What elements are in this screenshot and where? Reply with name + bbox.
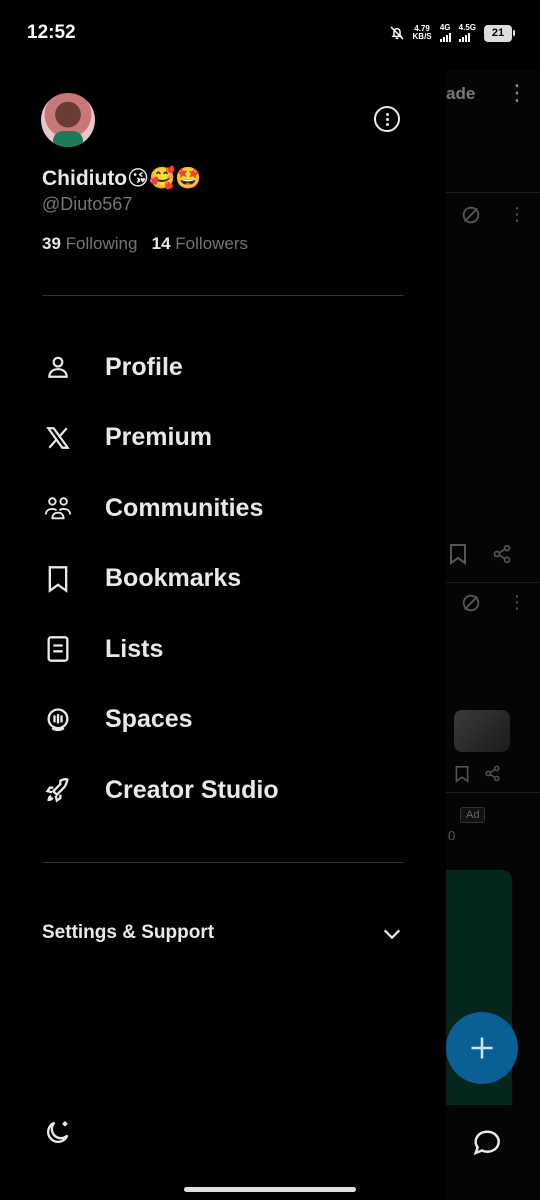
menu-item-label: Premium (105, 423, 212, 452)
background-count: 0 (448, 828, 456, 843)
share-icon (493, 544, 511, 564)
signal-bars-icon (458, 32, 476, 42)
chevron-down-icon[interactable] (381, 923, 403, 945)
menu-item-profile[interactable]: Profile (0, 332, 446, 403)
sim1-signal: 4G (439, 24, 451, 42)
share-icon (485, 765, 500, 782)
battery-icon: 21 (484, 24, 515, 42)
menu-item-label: Creator Studio (105, 775, 279, 804)
followers-link[interactable]: 14 Followers (152, 234, 248, 253)
menu-item-creator-studio[interactable]: Creator Studio (0, 755, 446, 826)
home-indicator[interactable] (184, 1187, 356, 1192)
profile-name[interactable]: Chidiuto😘🥰🤩 (42, 166, 201, 191)
status-icons: 4.79 KB/S 4G 4.5G 21 (389, 24, 515, 42)
media-thumbnail (454, 710, 510, 752)
x-logo-icon (44, 424, 72, 452)
spaces-icon (44, 706, 72, 734)
net-speed: 4.79 KB/S (412, 24, 432, 41)
communities-icon (44, 494, 72, 522)
menu-item-bookmarks[interactable]: Bookmarks (0, 544, 446, 615)
following-link[interactable]: 39 Following (42, 234, 137, 253)
moon-icon[interactable] (44, 1118, 72, 1146)
navigation-drawer: Chidiuto😘🥰🤩 @Diuto567 39 Following 14 Fo… (0, 70, 446, 1200)
ad-badge: Ad (460, 807, 486, 823)
settings-support-toggle[interactable]: Settings & Support (42, 922, 214, 944)
more-vertical-icon: ⋮ (508, 204, 526, 224)
plus-icon (471, 1037, 493, 1059)
grok-icon (462, 206, 480, 224)
menu-item-label: Spaces (105, 705, 193, 734)
grok-icon (462, 594, 480, 612)
compose-button[interactable] (446, 1012, 518, 1084)
person-icon (44, 353, 72, 381)
profile-handle: @Diuto567 (42, 194, 133, 214)
menu-item-spaces[interactable]: Spaces (0, 685, 446, 756)
avatar[interactable] (41, 93, 95, 147)
menu-item-label: Communities (105, 493, 264, 522)
divider (446, 192, 540, 193)
account-options-button[interactable] (374, 106, 400, 132)
bookmark-icon (44, 565, 72, 593)
menu-item-communities[interactable]: Communities (0, 473, 446, 544)
rocket-icon (44, 776, 72, 804)
more-vertical-icon: ⋮ (508, 592, 526, 612)
divider (446, 582, 540, 583)
divider (446, 792, 540, 793)
status-bar: 12:52 4.79 KB/S 4G 4.5G 21 (0, 0, 540, 70)
background-title: ade (446, 84, 476, 103)
follow-stats: 39 Following 14 Followers (42, 234, 248, 254)
menu-item-label: Bookmarks (105, 564, 242, 593)
signal-bars-icon (439, 32, 451, 42)
menu-item-label: Lists (105, 634, 164, 663)
drawer-menu: Profile Premium Communities Bookmarks Li… (0, 332, 446, 826)
menu-item-label: Profile (105, 352, 183, 381)
menu-item-premium[interactable]: Premium (0, 403, 446, 474)
more-vertical-icon: ⋮ (506, 80, 528, 105)
bookmark-icon (455, 766, 469, 783)
menu-item-lists[interactable]: Lists (0, 614, 446, 685)
sim2-signal: 4.5G (458, 24, 476, 42)
bell-muted-icon (390, 26, 404, 40)
messages-icon[interactable] (472, 1128, 502, 1158)
bookmark-icon (450, 544, 466, 565)
status-time: 12:52 (27, 22, 76, 43)
list-icon (44, 635, 72, 663)
divider (42, 862, 404, 863)
divider (42, 295, 404, 296)
